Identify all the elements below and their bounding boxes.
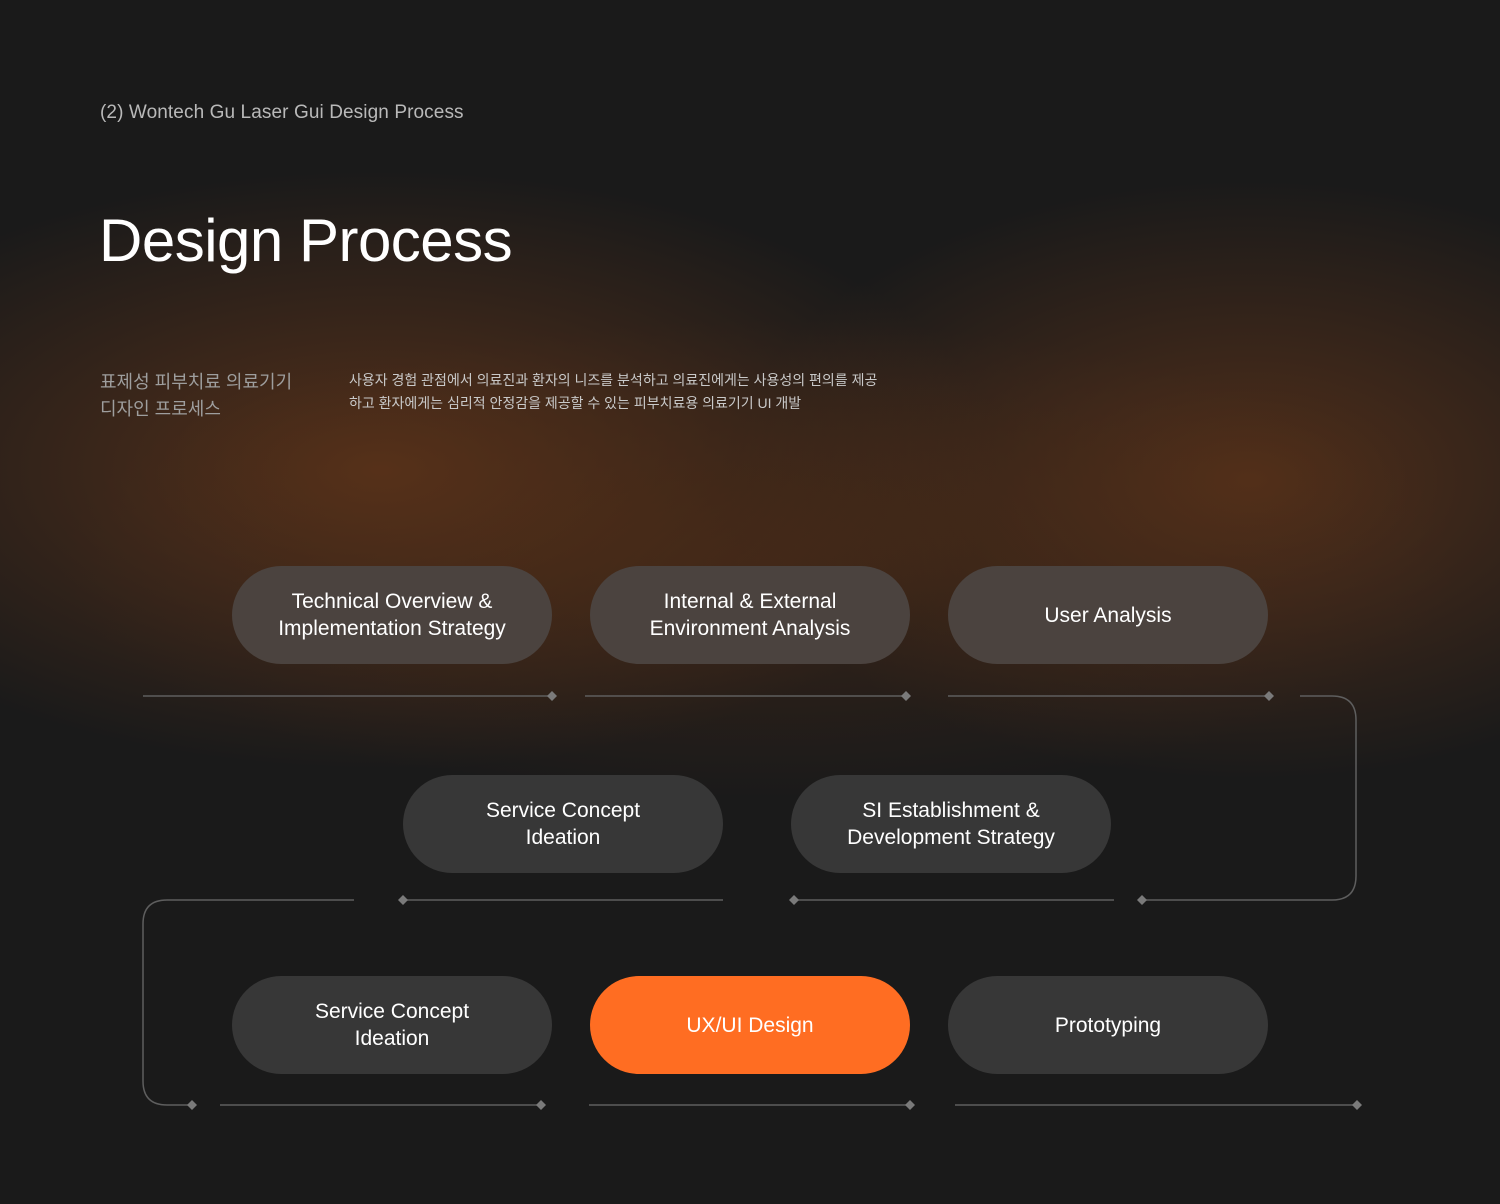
- step-service-concept-ideation[interactable]: Service Concept Ideation: [403, 775, 723, 873]
- step-ux-ui-design[interactable]: UX/UI Design: [590, 976, 910, 1074]
- connector-node: [1264, 691, 1274, 701]
- connector-node: [1137, 895, 1147, 905]
- step-label: Service Concept Ideation: [314, 1000, 470, 1050]
- connector-node: [547, 691, 557, 701]
- step-label: Prototyping: [1054, 1013, 1162, 1037]
- connector-node: [398, 895, 408, 905]
- connector-node: [789, 895, 799, 905]
- step-label: User Analysis: [1044, 603, 1172, 627]
- step-label: Internal & External Environment Analysis: [649, 590, 851, 640]
- connector-node: [187, 1100, 197, 1110]
- connector-node: [536, 1100, 546, 1110]
- connector-node: [1352, 1100, 1362, 1110]
- connector-node: [905, 1100, 915, 1110]
- step-prototyping[interactable]: Prototyping: [948, 976, 1268, 1074]
- step-environment-analysis[interactable]: Internal & External Environment Analysis: [590, 566, 910, 664]
- connector-turn-right: [1143, 695, 1357, 901]
- step-label: SI Establishment & Development Strategy: [847, 799, 1055, 849]
- step-service-concept-ideation-2[interactable]: Service Concept Ideation: [232, 976, 552, 1074]
- step-label: Service Concept Ideation: [485, 799, 641, 849]
- step-label: UX/UI Design: [686, 1013, 814, 1037]
- connector-node: [901, 691, 911, 701]
- step-label: Technical Overview & Implementation Stra…: [278, 590, 506, 640]
- step-si-establishment[interactable]: SI Establishment & Development Strategy: [791, 775, 1111, 873]
- step-user-analysis[interactable]: User Analysis: [948, 566, 1268, 664]
- step-technical-overview[interactable]: Technical Overview & Implementation Stra…: [232, 566, 552, 664]
